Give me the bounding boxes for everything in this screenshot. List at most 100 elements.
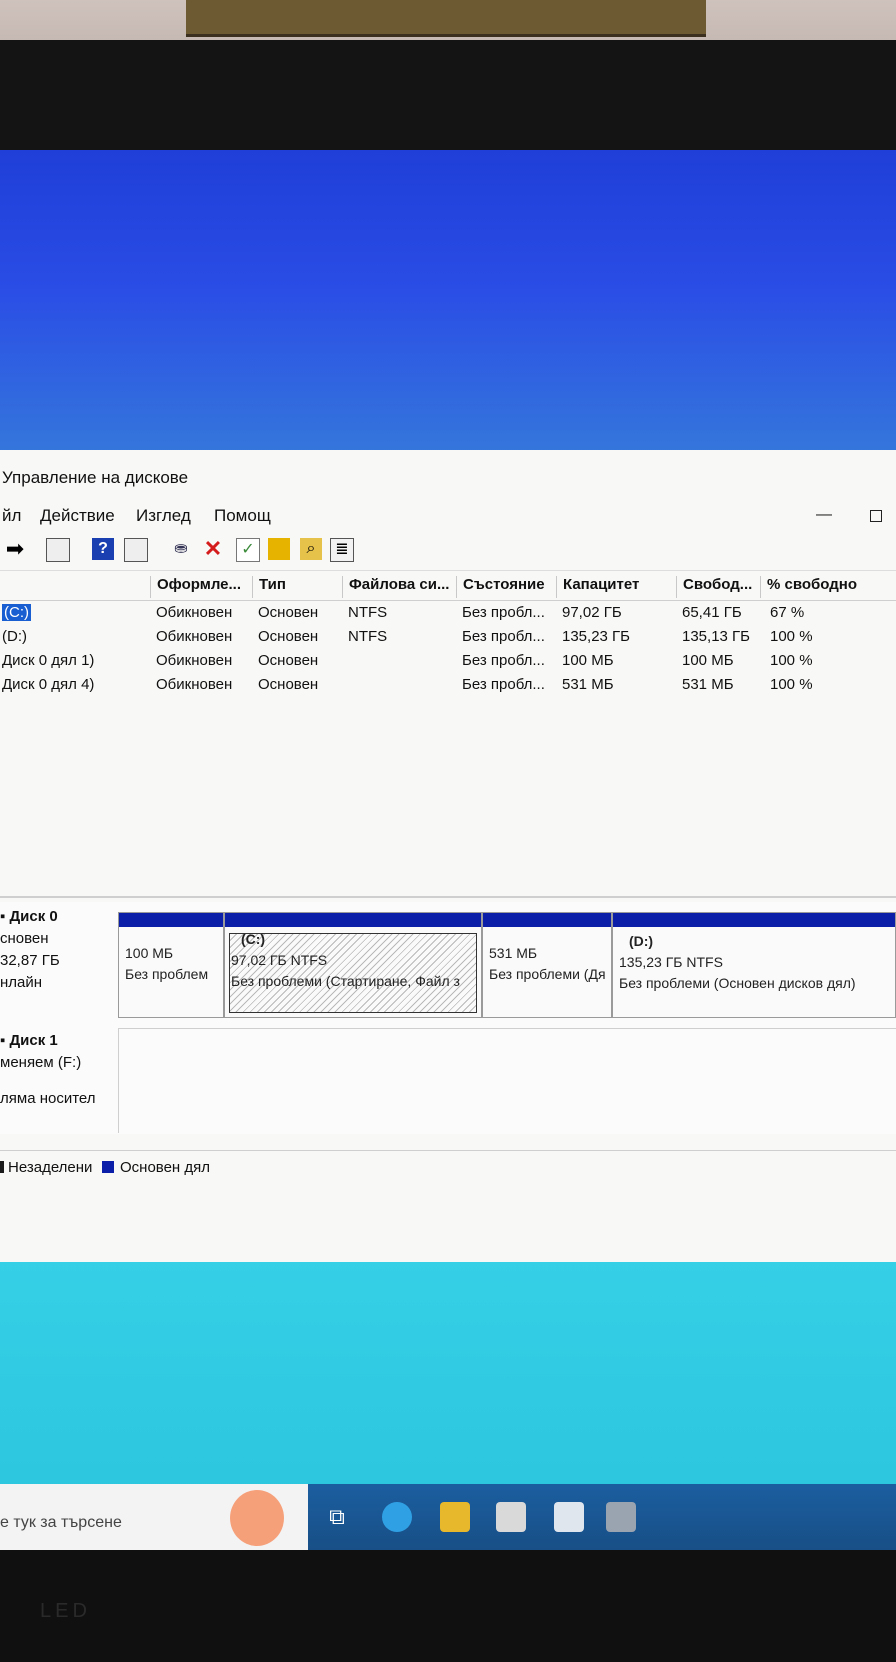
delete-icon[interactable]: ✕ — [202, 538, 224, 560]
monitor-bezel-top — [0, 40, 896, 152]
open-icon[interactable] — [268, 538, 290, 560]
row-percent-free: 100 % — [770, 676, 813, 693]
partition-status: Без проблеми (Дя — [489, 966, 606, 982]
row-capacity: 531 МБ — [562, 676, 614, 693]
row-volume: Диск 0 дял 4) — [2, 676, 95, 693]
row-type: Основен — [258, 628, 319, 645]
forward-icon[interactable]: ➡ — [4, 538, 26, 560]
unallocated-swatch — [0, 1161, 4, 1173]
row-status: Без пробл... — [462, 628, 545, 645]
taskbar: е тук за търсене ⧉ — [0, 1484, 896, 1550]
partition-size: 100 МБ — [125, 945, 174, 961]
window-title: Управление на дискове — [2, 468, 189, 487]
toolbar: ➡ ? ⛂ ✕ ✓ ⌕ ≣ — [0, 532, 896, 571]
col-percent-free[interactable]: % свободно — [760, 576, 857, 598]
row-volume: (C:) — [2, 604, 31, 621]
legend-primary: Основен дял — [120, 1159, 211, 1176]
row-status: Без пробл... — [462, 652, 545, 669]
volume-table-header: Оформле... Тип Файлова си... Състояние К… — [0, 572, 896, 601]
row-type: Основен — [258, 652, 319, 669]
title-bar[interactable]: Управление на дискове — [0, 450, 896, 506]
table-row[interactable]: (C:) Обикновен Основен NTFS Без пробл...… — [0, 604, 896, 626]
col-free-space[interactable]: Свобод... — [676, 576, 752, 598]
cortana-illustration-icon[interactable] — [230, 1490, 284, 1546]
row-volume: Диск 0 дял 1) — [2, 652, 95, 669]
row-status: Без пробл... — [462, 604, 545, 621]
monitor-bezel-bottom: LED — [0, 1550, 896, 1662]
disk-management-taskbar-icon[interactable] — [606, 1502, 636, 1532]
row-free-space: 531 МБ — [682, 676, 734, 693]
console-tree-icon[interactable] — [46, 538, 70, 562]
col-file-system[interactable]: Файлова си... — [342, 576, 449, 598]
search-box[interactable]: е тук за търсене — [0, 1484, 308, 1550]
row-file-system: NTFS — [348, 604, 388, 621]
partition-bar — [119, 913, 223, 927]
col-type[interactable]: Тип — [252, 576, 286, 598]
table-row[interactable]: Диск 0 дял 4) Обикновен Основен Без проб… — [0, 676, 896, 698]
partition-system-reserved[interactable]: 100 МБ Без проблем — [118, 912, 224, 1018]
menu-file[interactable]: йл — [2, 506, 21, 526]
connect-disk-icon[interactable]: ⛂ — [170, 538, 192, 560]
row-free-space: 65,41 ГБ — [682, 604, 742, 621]
partition-size: 531 МБ — [489, 945, 538, 961]
partition-status: Без проблеми (Основен дисков дял) — [619, 975, 856, 991]
edge-icon[interactable] — [382, 1502, 412, 1532]
help-icon[interactable]: ? — [92, 538, 114, 560]
partition-recovery[interactable]: 531 МБ Без проблеми (Дя — [482, 912, 612, 1018]
row-type: Основен — [258, 604, 319, 621]
partition-bar — [483, 913, 611, 927]
menu-help[interactable]: Помощ — [214, 506, 271, 526]
table-row[interactable]: (D:) Обикновен Основен NTFS Без пробл...… — [0, 628, 896, 650]
mail-icon[interactable] — [554, 1502, 584, 1532]
legend-unallocated: Незаделени — [8, 1159, 93, 1176]
row-layout: Обикновен — [156, 652, 233, 669]
partition-status: Без проблеми (Стартиране, Файл з — [231, 973, 460, 989]
properties-icon[interactable]: ✓ — [236, 538, 260, 562]
explore-icon[interactable]: ⌕ — [300, 538, 322, 560]
menu-view[interactable]: Изглед — [136, 506, 191, 526]
partition-status: Без проблем — [125, 966, 209, 982]
primary-swatch — [102, 1161, 114, 1173]
disk0-status: нлайн — [0, 974, 43, 991]
task-view-icon[interactable]: ⧉ — [322, 1502, 352, 1532]
col-layout[interactable]: Оформле... — [150, 576, 241, 598]
row-layout: Обикновен — [156, 628, 233, 645]
row-capacity: 135,23 ГБ — [562, 628, 631, 645]
row-file-system: NTFS — [348, 628, 388, 645]
disk0-type: сновен — [0, 930, 49, 947]
search-placeholder: е тук за търсене — [0, 1514, 122, 1531]
disk-management-window: Управление на дискове — йл Действие Изгл… — [0, 450, 896, 1262]
row-type: Основен — [258, 676, 319, 693]
row-layout: Обикновен — [156, 604, 233, 621]
disk0-name: Диск 0 — [9, 908, 58, 925]
disk1-label[interactable]: ▪ Диск 1 меняем (F:) ляма носител — [0, 1030, 96, 1110]
file-explorer-icon[interactable] — [440, 1502, 470, 1532]
row-free-space: 135,13 ГБ — [682, 628, 751, 645]
partition-c[interactable]: (C:) 97,02 ГБ NTFS Без проблеми (Стартир… — [224, 912, 482, 1018]
partition-d[interactable]: (D:) 135,23 ГБ NTFS Без проблеми (Основе… — [612, 912, 896, 1018]
action-pane-icon[interactable] — [124, 538, 148, 562]
partition-size: 97,02 ГБ NTFS — [231, 952, 328, 968]
row-percent-free: 100 % — [770, 652, 813, 669]
table-row[interactable]: Диск 0 дял 1) Обикновен Основен Без проб… — [0, 652, 896, 674]
store-icon[interactable] — [496, 1502, 526, 1532]
pane-splitter[interactable] — [0, 896, 896, 898]
menu-action[interactable]: Действие — [40, 506, 115, 526]
col-status[interactable]: Състояние — [456, 576, 545, 598]
partition-bar — [613, 913, 895, 927]
row-capacity: 100 МБ — [562, 652, 614, 669]
disk1-type: меняем (F:) — [0, 1054, 82, 1071]
disk1-no-media-area[interactable] — [118, 1028, 896, 1133]
screen: Управление на дискове — йл Действие Изгл… — [0, 150, 896, 1640]
row-percent-free: 100 % — [770, 628, 813, 645]
disk0-label[interactable]: ▪ Диск 0 сновен 32,87 ГБ нлайн — [0, 906, 60, 994]
row-capacity: 97,02 ГБ — [562, 604, 622, 621]
col-capacity[interactable]: Капацитет — [556, 576, 639, 598]
disk-graph-view: ▪ Диск 0 сновен 32,87 ГБ нлайн 100 МБ Бе… — [0, 902, 896, 1134]
legend: Незаделени Основен дял — [0, 1150, 896, 1177]
list-view-icon[interactable]: ≣ — [330, 538, 354, 562]
menu-bar: йл Действие Изглед Помощ — [0, 506, 896, 532]
row-layout: Обикновен — [156, 676, 233, 693]
row-percent-free: 67 % — [770, 604, 805, 621]
row-free-space: 100 МБ — [682, 652, 734, 669]
